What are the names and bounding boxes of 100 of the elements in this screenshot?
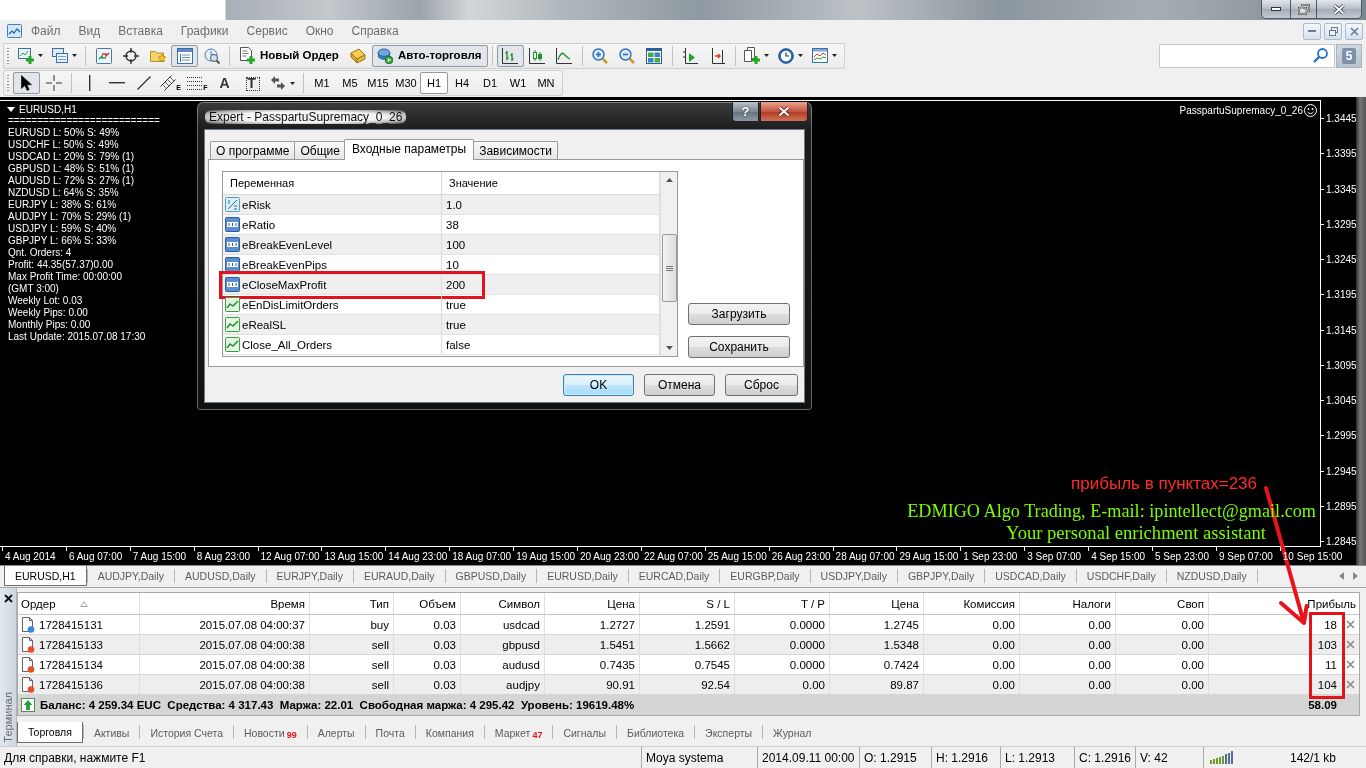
column-header[interactable]: T / P — [800, 597, 825, 610]
toolbar-button[interactable]: Новый Ордер — [234, 44, 345, 67]
chart-tab[interactable]: EURUSD,Daily — [537, 566, 628, 586]
restore-icon — [1328, 26, 1338, 36]
tab[interactable]: Зависимости — [473, 141, 558, 159]
price-label: 1.3445 — [1326, 113, 1357, 125]
chart-tab[interactable]: EURUSD,H1 — [4, 566, 87, 586]
chart-tab[interactable]: NZDUSD,Daily — [1166, 566, 1257, 586]
tab[interactable]: Библиотека — [617, 722, 695, 743]
column-header[interactable]: Своп — [1177, 597, 1204, 610]
tab[interactable]: Почта — [365, 722, 415, 743]
column-header[interactable]: Налоги — [1072, 597, 1111, 610]
chart-tab[interactable]: EURJPY,Daily — [266, 566, 353, 586]
chart-tab[interactable]: EURAUD,Daily — [353, 566, 445, 586]
horizontal-line-icon — [108, 82, 125, 84]
tool-button[interactable] — [13, 72, 40, 94]
timeframe-button[interactable]: H4 — [448, 72, 476, 94]
timeframe-button[interactable]: M30 — [392, 72, 420, 94]
close-button[interactable] — [1, 592, 15, 605]
timeframe-button[interactable]: W1 — [504, 72, 532, 94]
close-button[interactable] — [1316, 0, 1362, 19]
timeframe-button[interactable]: M5 — [336, 72, 364, 94]
timeframe-button[interactable]: H1 — [420, 72, 448, 94]
time-label: 8 Aug 23:00 — [196, 551, 251, 562]
tab[interactable]: Торговля — [17, 722, 83, 743]
info-line: Qnt. Orders: 4 — [8, 247, 73, 259]
chart-tab[interactable]: AUDUSD,Daily — [175, 566, 266, 586]
search-icon — [1313, 48, 1328, 63]
close-button[interactable] — [760, 102, 808, 122]
column-header[interactable]: Объем — [419, 597, 456, 610]
column-header[interactable]: S / L — [706, 597, 730, 610]
column-header[interactable]: Комиссия — [963, 597, 1015, 610]
signal-bars-icon — [1210, 751, 1234, 764]
toolbar-button[interactable]: Авто-торговля — [371, 44, 488, 67]
tab[interactable]: Сигналы — [553, 722, 616, 743]
parameter-name: eRealSL — [242, 318, 287, 331]
timeframe-button[interactable]: M15 — [364, 72, 392, 94]
timeframe-button[interactable]: MN — [532, 72, 560, 94]
dialog-button[interactable]: Сохранить — [688, 336, 790, 358]
menu-item[interactable]: Вставка — [109, 22, 172, 40]
zoom-in-icon — [592, 47, 609, 64]
chart-tab[interactable]: AUDJPY,Daily — [87, 566, 174, 586]
chart-tab[interactable]: USDCHF,Daily — [1076, 566, 1166, 586]
menu-item[interactable]: Графики — [171, 22, 238, 40]
tab[interactable]: Активы — [83, 722, 140, 743]
menu-item[interactable]: Справка — [342, 22, 408, 40]
restore-button[interactable] — [1324, 22, 1342, 40]
tab[interactable]: Входные параметры — [343, 139, 475, 160]
toolbar-button[interactable] — [496, 44, 524, 67]
chart-tab[interactable]: USDCAD,Daily — [985, 566, 1076, 586]
menu-item[interactable]: Вид — [69, 22, 110, 40]
menu-item[interactable]: Окно — [296, 22, 343, 40]
chart-shift-icon — [709, 47, 726, 64]
minimize-button[interactable] — [1261, 0, 1290, 19]
caret-icon — [764, 54, 770, 57]
scrollbar-thumb[interactable] — [661, 234, 677, 302]
menu-item[interactable]: Сервис — [237, 22, 297, 40]
clock-magnifier-icon — [203, 47, 220, 64]
chart-tab[interactable]: GBPUSD,Daily — [445, 566, 537, 586]
chart-tab[interactable]: EURGBP,Daily — [720, 566, 810, 586]
column-header[interactable]: Цена — [607, 597, 635, 610]
info-line: USDJPY L: 59% S: 40% — [8, 223, 118, 235]
tab[interactable]: Алерты — [307, 722, 365, 743]
timeframe-button[interactable]: D1 — [476, 72, 504, 94]
column-header[interactable]: Символ — [498, 597, 540, 610]
cursor-icon — [21, 75, 32, 91]
restore-button[interactable] — [1290, 0, 1316, 19]
parameter-name: eBreakEvenLevel — [242, 238, 333, 251]
chart-tab[interactable]: EURCAD,Daily — [628, 566, 720, 586]
dialog-button[interactable]: Загрузить — [688, 303, 790, 325]
tab[interactable]: История Счета — [140, 722, 233, 743]
price-label: 1.3395 — [1326, 148, 1357, 160]
tab[interactable]: Компания — [415, 722, 484, 743]
dialog-button[interactable]: OK — [563, 374, 634, 396]
tab[interactable]: Журнал — [763, 722, 822, 743]
fibonacci-icon — [187, 76, 204, 90]
toolbar-button[interactable] — [171, 44, 198, 67]
scroll-right-button[interactable] — [1350, 571, 1360, 581]
tool-button[interactable]: T — [238, 72, 265, 94]
column-header[interactable]: Цена — [891, 597, 919, 610]
status-text: L: 1.2913 — [1000, 747, 1074, 768]
column-header[interactable]: Ордер — [21, 597, 56, 610]
dialog-button[interactable]: Сброс — [725, 374, 798, 396]
tab[interactable]: О программе — [210, 141, 296, 159]
menu-item[interactable]: Файл — [22, 22, 70, 40]
chart-tab[interactable]: GBPJPY,Daily — [897, 566, 985, 586]
tab[interactable]: Общие — [294, 141, 346, 159]
column-header[interactable]: Прибыль — [1307, 597, 1356, 610]
chart-tab[interactable]: USDJPY,Daily — [810, 566, 897, 586]
search-field[interactable] — [1159, 43, 1335, 68]
dropdown-triangle-icon — [7, 107, 15, 112]
tab[interactable]: Эксперты — [695, 722, 763, 743]
column-header[interactable]: Тип — [369, 597, 389, 610]
dialog-button[interactable]: Отмена — [644, 374, 715, 396]
price-label: 1.2895 — [1326, 500, 1357, 512]
column-header[interactable]: Время — [270, 597, 305, 610]
table-cell: 0.0000 — [735, 635, 830, 655]
scrollbar[interactable] — [660, 172, 677, 356]
timeframe-button[interactable]: M1 — [308, 72, 336, 94]
tool-button[interactable]: A — [211, 72, 238, 94]
